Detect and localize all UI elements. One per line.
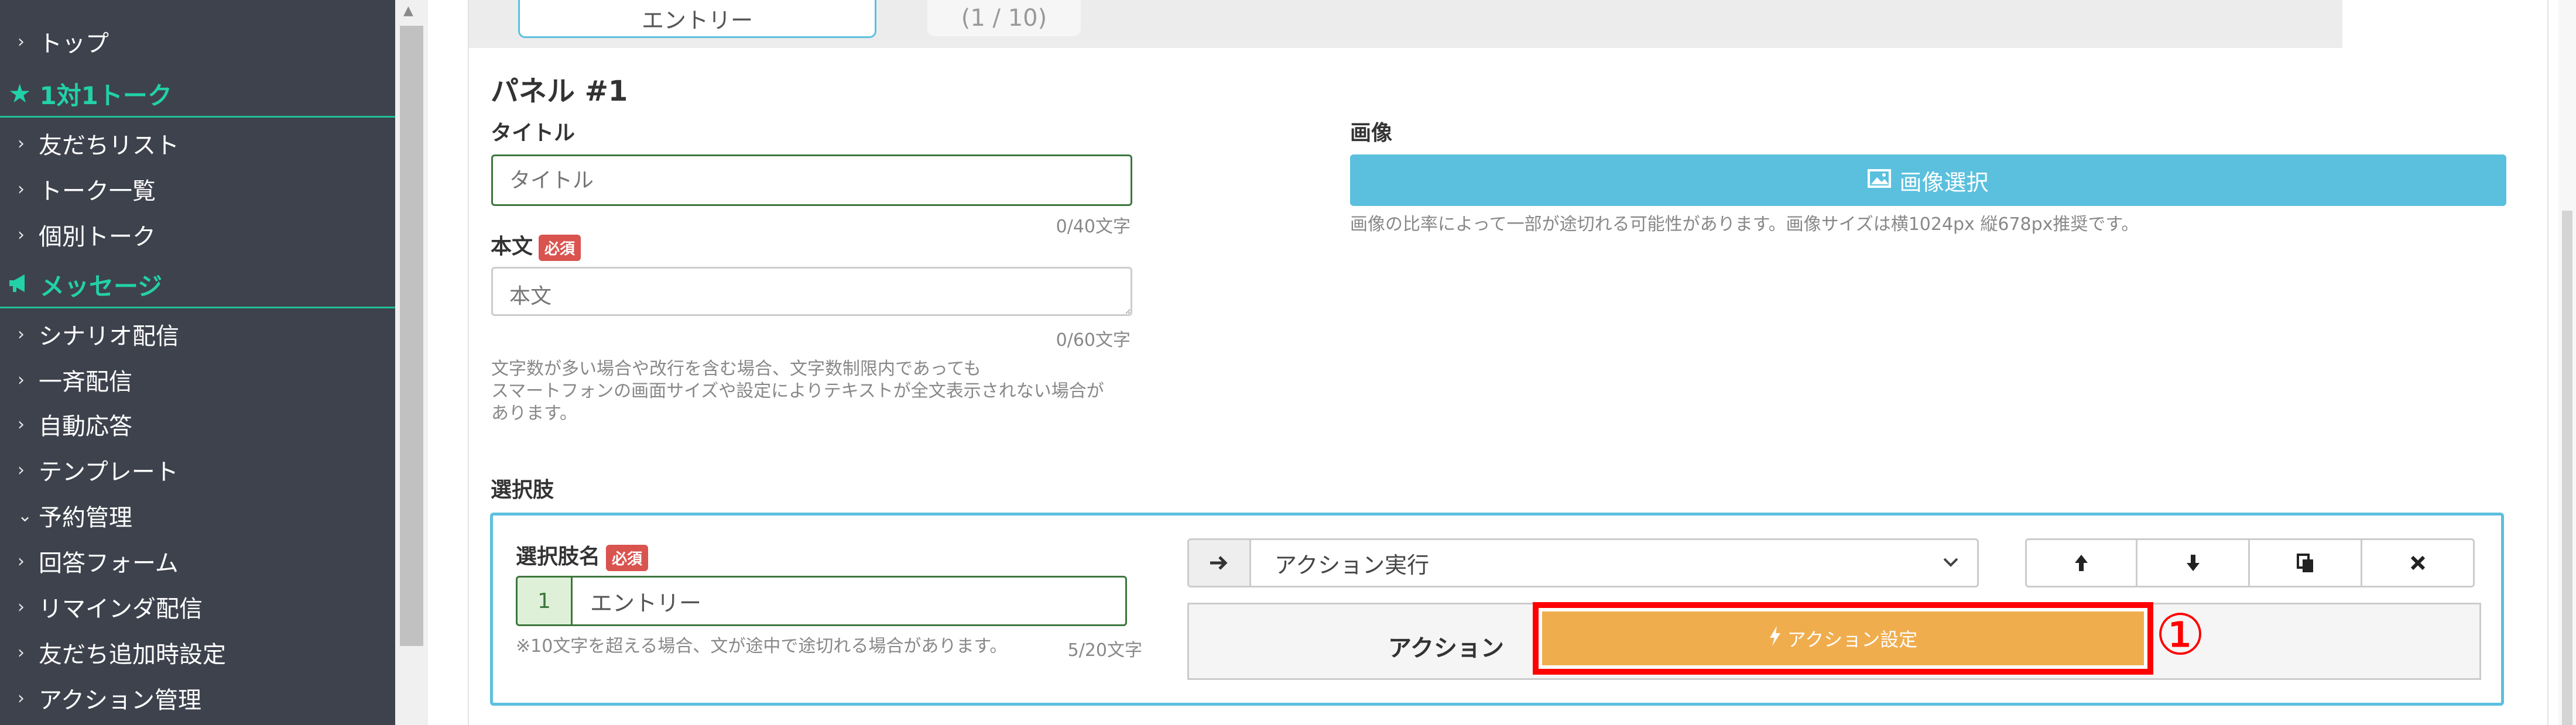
- action-settings-label: アクション設定: [1787, 628, 1918, 651]
- sidebar-item-template[interactable]: › テンプレート: [18, 449, 179, 490]
- chevron-right-icon: ›: [18, 324, 25, 345]
- image-note: 画像の比率によって一部が途切れる可能性があります。画像サイズは横1024px 縦…: [1350, 214, 2139, 235]
- sidebar-item-label: アクション管理: [39, 687, 201, 714]
- choice-name-input[interactable]: エントリー: [571, 576, 1127, 626]
- arrow-up-icon: [2075, 555, 2088, 571]
- body-label-row: 本文 必須: [491, 229, 581, 261]
- sidebar-item-label: トップ: [39, 30, 109, 57]
- lightning-icon: [1769, 626, 1782, 651]
- title-label: タイトル: [491, 121, 576, 145]
- delete-button[interactable]: [2362, 538, 2475, 587]
- sidebar-item-friend-list[interactable]: › 友だちリスト: [18, 123, 179, 164]
- star-icon: ★: [8, 78, 32, 109]
- callout-number: ①: [2155, 602, 2206, 668]
- title-counter: 0/40文字: [1056, 217, 1131, 237]
- action-select-value: アクション実行: [1275, 552, 1430, 578]
- chevron-right-icon: ›: [18, 133, 25, 154]
- sidebar-item-label: シナリオ配信: [39, 323, 179, 350]
- chevron-right-icon: ›: [18, 688, 25, 709]
- sidebar-item-friend-add-settings[interactable]: › 友だち追加時設定: [18, 632, 226, 673]
- required-badge: 必須: [539, 234, 581, 261]
- sidebar-item-top[interactable]: › トップ: [18, 21, 109, 62]
- close-icon: [2410, 555, 2425, 571]
- copy-icon: [2296, 554, 2313, 572]
- move-up-button[interactable]: [2025, 538, 2137, 587]
- chevron-right-icon: ›: [18, 31, 25, 52]
- chevron-right-icon: ›: [18, 551, 25, 572]
- page-scrollbar[interactable]: [2558, 0, 2576, 725]
- sidebar-section-label: 1対1トーク: [39, 81, 172, 110]
- chevron-down-icon: ⌄: [18, 505, 33, 526]
- arrow-right-icon: [1187, 538, 1249, 587]
- sidebar-item-answer-form[interactable]: › 回答フォーム: [18, 541, 179, 582]
- scroll-up-arrow-icon[interactable]: ▲: [403, 4, 413, 18]
- choice-name-label: 選択肢名: [516, 545, 601, 569]
- action-settings-button[interactable]: アクション設定: [1542, 611, 2144, 665]
- sidebar-item-label: 自動応答: [39, 413, 132, 440]
- choice-index: 1: [516, 576, 571, 626]
- image-label: 画像: [1350, 121, 1393, 145]
- sidebar-item-label: 予約管理: [39, 504, 132, 531]
- chevron-right-icon: ›: [18, 369, 25, 390]
- image-select-button[interactable]: 画像選択: [1350, 154, 2506, 206]
- page-scrollbar-thumb[interactable]: [2562, 211, 2572, 725]
- sidebar-item-label: 個別トーク: [39, 224, 156, 250]
- sidebar-section-one-on-one: ★ 1対1トーク: [0, 71, 395, 118]
- chevron-right-icon: ›: [18, 178, 25, 200]
- choices-label: 選択肢: [491, 478, 554, 502]
- sidebar-item-label: 一斉配信: [39, 369, 132, 396]
- required-badge: 必須: [606, 544, 649, 571]
- sidebar-item-label: 回答フォーム: [39, 550, 179, 577]
- title-input[interactable]: [491, 154, 1132, 206]
- body-note-line: スマートフォンの画面サイズや設定によりテキストが全文表示されない場合が: [491, 381, 1104, 401]
- chevron-right-icon: ›: [18, 414, 25, 435]
- image-select-label: 画像選択: [1899, 169, 1989, 195]
- body-note-line: 文字数が多い場合や改行を含む場合、文字数制限内であっても: [491, 359, 981, 379]
- choice-name-label-row: 選択肢名 必須: [516, 540, 649, 571]
- action-label: アクション: [1388, 635, 1504, 662]
- sidebar: › トップ ★ 1対1トーク › 友だちリスト › トーク一覧 › 個別トーク …: [0, 0, 395, 725]
- chevron-right-icon: ›: [18, 459, 25, 480]
- sidebar-item-label: トーク一覧: [39, 178, 156, 205]
- sidebar-item-label: 友だちリスト: [39, 132, 179, 159]
- main-content: エントリー (1 / 10) パネル #1 タイトル 0/40文字 本文必須 0…: [428, 0, 2576, 725]
- choice-name-counter: 5/20文字: [1067, 640, 1142, 661]
- body-textarea[interactable]: [491, 267, 1132, 316]
- panel-title: パネル #1: [491, 75, 628, 108]
- megaphone-icon: [8, 270, 32, 300]
- sidebar-item-label: テンプレート: [39, 459, 179, 486]
- sidebar-item-label: 友だち追加時設定: [39, 641, 226, 668]
- body-note: 文字数が多い場合や改行を含む場合、文字数制限内であっても スマートフォンの画面サ…: [491, 358, 1147, 425]
- sidebar-item-scenario[interactable]: › シナリオ配信: [18, 314, 179, 355]
- tab-counter[interactable]: (1 / 10): [927, 0, 1081, 36]
- sidebar-item-talk-list[interactable]: › トーク一覧: [18, 169, 156, 209]
- sidebar-item-reservation[interactable]: ⌄ 予約管理: [18, 495, 132, 536]
- sidebar-item-action-management[interactable]: › アクション管理: [18, 678, 201, 719]
- copy-button[interactable]: [2250, 538, 2362, 587]
- sidebar-item-label: リマインダ配信: [39, 596, 203, 623]
- scrollbar-thumb[interactable]: [400, 26, 423, 646]
- move-down-button[interactable]: [2137, 538, 2250, 587]
- action-select[interactable]: アクション実行: [1249, 538, 1979, 587]
- sidebar-item-individual-talk[interactable]: › 個別トーク: [18, 214, 156, 255]
- sidebar-scrollbar[interactable]: ▲: [395, 0, 428, 725]
- body-note-line: あります。: [491, 403, 577, 424]
- chevron-right-icon: ›: [18, 596, 25, 617]
- sidebar-item-reminder[interactable]: › リマインダ配信: [18, 586, 203, 627]
- panel-tabs: エントリー (1 / 10): [469, 0, 2342, 48]
- chevron-right-icon: ›: [18, 642, 25, 663]
- sidebar-item-auto-reply[interactable]: › 自動応答: [18, 404, 132, 445]
- sidebar-section-label: メッセージ: [40, 272, 163, 301]
- arrow-down-icon: [2186, 555, 2200, 571]
- sidebar-item-broadcast[interactable]: › 一斉配信: [18, 359, 132, 400]
- chevron-down-icon: [1941, 552, 1961, 578]
- chevron-right-icon: ›: [18, 224, 25, 245]
- body-counter: 0/60文字: [1056, 330, 1131, 351]
- body-label: 本文: [491, 235, 533, 259]
- image-icon: [1868, 167, 1892, 193]
- sidebar-section-message: メッセージ: [0, 262, 395, 308]
- tab-entry[interactable]: エントリー: [518, 0, 876, 38]
